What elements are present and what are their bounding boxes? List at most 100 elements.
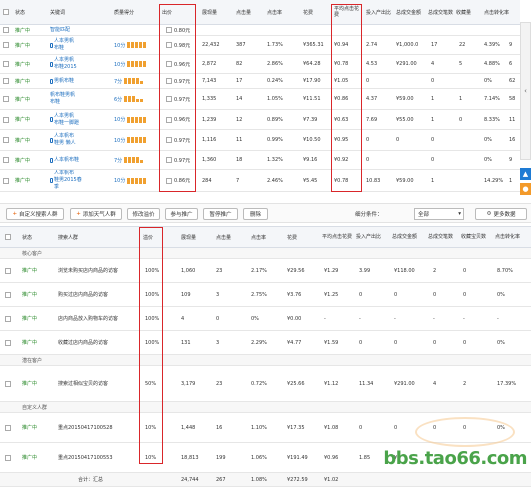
- row-checkbox[interactable]: [3, 96, 9, 102]
- bid-cell[interactable]: 0.96元: [166, 55, 190, 73]
- status-cell[interactable]: 推广中: [22, 443, 37, 472]
- keyword-text[interactable]: 帆布鞋男帆: [50, 92, 75, 99]
- col-cvr[interactable]: 点击转化率: [484, 0, 509, 24]
- join-promotion-button[interactable]: 参与推广: [165, 208, 198, 220]
- premium-cell[interactable]: 100%: [145, 283, 159, 306]
- col-premium[interactable]: 溢价: [143, 227, 153, 247]
- keyword-cell[interactable]: 人本男帆 布鞋一脚蹬: [50, 110, 79, 129]
- col-cpc[interactable]: 平均点击花费: [334, 0, 362, 24]
- bid-checkbox[interactable]: [166, 157, 172, 163]
- col-impressions[interactable]: 展现量: [181, 227, 196, 247]
- status-cell[interactable]: 推广中: [22, 283, 37, 306]
- select-all-checkbox[interactable]: [3, 9, 9, 15]
- col-clicks[interactable]: 点击量: [216, 227, 231, 247]
- keyword-text[interactable]: 布鞋2015: [54, 64, 77, 71]
- bid-cell[interactable]: 0.98元: [166, 36, 190, 54]
- row-checkbox[interactable]: [5, 315, 11, 322]
- keyword-text[interactable]: 智能匹配: [50, 27, 70, 34]
- add-weather-crowd-button[interactable]: + 添加天气人群: [70, 208, 122, 220]
- keyword-cell[interactable]: 人本男帆 布鞋: [50, 36, 74, 54]
- status-cell[interactable]: 推广中: [15, 89, 30, 109]
- premium-cell[interactable]: 10%: [145, 443, 156, 472]
- filter-select[interactable]: 全部 ▾: [414, 208, 464, 220]
- col-status[interactable]: 状态: [22, 227, 32, 247]
- col-cost[interactable]: 花费: [287, 227, 297, 247]
- keyword-cell[interactable]: 人本帆布鞋: [50, 151, 79, 169]
- keyword-text[interactable]: 布鞋一脚蹬: [54, 120, 79, 127]
- keyword-text[interactable]: 人本帆布: [54, 170, 82, 177]
- row-checkbox[interactable]: [3, 27, 9, 33]
- delete-button[interactable]: 删除: [243, 208, 268, 220]
- bid-value[interactable]: 0.97元: [174, 78, 190, 85]
- bid-checkbox[interactable]: [166, 96, 172, 102]
- col-ctr[interactable]: 点击率: [267, 0, 282, 24]
- keyword-text[interactable]: 布鞋: [54, 45, 74, 52]
- row-checkbox[interactable]: [3, 61, 9, 67]
- status-cell[interactable]: 推广中: [15, 36, 30, 54]
- col-fav[interactable]: 收藏宝贝数: [461, 227, 487, 247]
- keyword-cell[interactable]: 帆布鞋男帆 布鞋: [50, 89, 75, 109]
- keyword-text[interactable]: 人本帆布: [54, 133, 76, 140]
- status-cell[interactable]: 推广中: [15, 55, 30, 73]
- status-cell[interactable]: 推广中: [15, 110, 30, 129]
- row-checkbox[interactable]: [3, 116, 9, 123]
- col-roi[interactable]: 投入产出比: [366, 0, 391, 24]
- col-fav[interactable]: 收藏量: [456, 0, 471, 24]
- row-checkbox[interactable]: [5, 454, 11, 461]
- bid-value[interactable]: 0.80元: [174, 27, 190, 34]
- col-cpc[interactable]: 平均点击花费: [322, 227, 352, 247]
- bid-checkbox[interactable]: [166, 27, 172, 33]
- pause-promotion-button[interactable]: 暂停推广: [203, 208, 238, 220]
- keyword-text[interactable]: 人本男帆: [54, 57, 77, 64]
- status-cell[interactable]: 推广中: [15, 170, 30, 191]
- col-quality[interactable]: 质量得分: [114, 0, 134, 24]
- col-status[interactable]: 状态: [15, 0, 25, 24]
- status-cell[interactable]: 推广中: [22, 366, 37, 401]
- bid-cell[interactable]: 0.97元: [166, 151, 190, 169]
- col-gmv[interactable]: 总成交金额: [396, 0, 421, 24]
- col-ctr[interactable]: 点击率: [251, 227, 266, 247]
- keyword-cell[interactable]: 人本帆布 鞋男 懒人: [50, 130, 76, 150]
- premium-cell[interactable]: 50%: [145, 366, 156, 401]
- row-checkbox[interactable]: [3, 177, 9, 184]
- keyword-cell[interactable]: 人本帆布 鞋男2015春季: [50, 170, 82, 191]
- col-orders[interactable]: 总成交笔数: [428, 0, 453, 24]
- bid-cell[interactable]: 0.96元: [166, 110, 190, 129]
- status-cell[interactable]: 推广中: [15, 74, 30, 88]
- row-checkbox[interactable]: [5, 380, 11, 387]
- keyword-text[interactable]: 人本男帆: [54, 38, 74, 45]
- premium-cell[interactable]: 10%: [145, 413, 156, 442]
- row-checkbox[interactable]: [3, 78, 9, 84]
- keyword-text[interactable]: 人本帆布鞋: [54, 157, 79, 164]
- bid-cell[interactable]: 0.86元: [166, 170, 190, 191]
- row-checkbox[interactable]: [3, 137, 9, 143]
- keyword-text[interactable]: 人本男帆: [54, 113, 79, 120]
- status-cell[interactable]: 推广中: [22, 259, 37, 282]
- premium-cell[interactable]: 100%: [145, 259, 159, 282]
- bid-checkbox[interactable]: [166, 61, 172, 67]
- feedback-button[interactable]: ●: [520, 183, 531, 195]
- bid-cell[interactable]: 0.97元: [166, 130, 190, 150]
- bid-cell[interactable]: 0.97元: [166, 89, 190, 109]
- bid-value[interactable]: 0.98元: [174, 42, 190, 49]
- col-cost[interactable]: 花费: [303, 0, 313, 24]
- row-checkbox[interactable]: [3, 42, 9, 48]
- keyword-cell[interactable]: 人本男帆 布鞋2015: [50, 55, 77, 73]
- bid-value[interactable]: 0.96元: [174, 116, 190, 123]
- col-roi[interactable]: 投入产出比: [356, 227, 384, 247]
- keyword-text[interactable]: 布鞋: [50, 99, 75, 106]
- bid-checkbox[interactable]: [166, 137, 172, 143]
- row-checkbox[interactable]: [5, 291, 11, 298]
- status-cell[interactable]: 推广中: [22, 413, 37, 442]
- edit-premium-button[interactable]: 修改溢价: [127, 208, 160, 220]
- row-checkbox[interactable]: [5, 424, 11, 431]
- keyword-text[interactable]: 季: [54, 184, 82, 191]
- bid-value[interactable]: 0.86元: [174, 177, 190, 184]
- col-keyword[interactable]: 关键词: [50, 0, 65, 24]
- status-cell[interactable]: 推广中: [15, 151, 30, 169]
- back-to-top-button[interactable]: ▲: [520, 168, 531, 180]
- row-checkbox[interactable]: [5, 267, 11, 274]
- col-gmv[interactable]: 总成交金额: [392, 227, 422, 247]
- keyword-text[interactable]: 鞋男2015春: [54, 177, 82, 184]
- col-cvr[interactable]: 点击转化率: [495, 227, 525, 247]
